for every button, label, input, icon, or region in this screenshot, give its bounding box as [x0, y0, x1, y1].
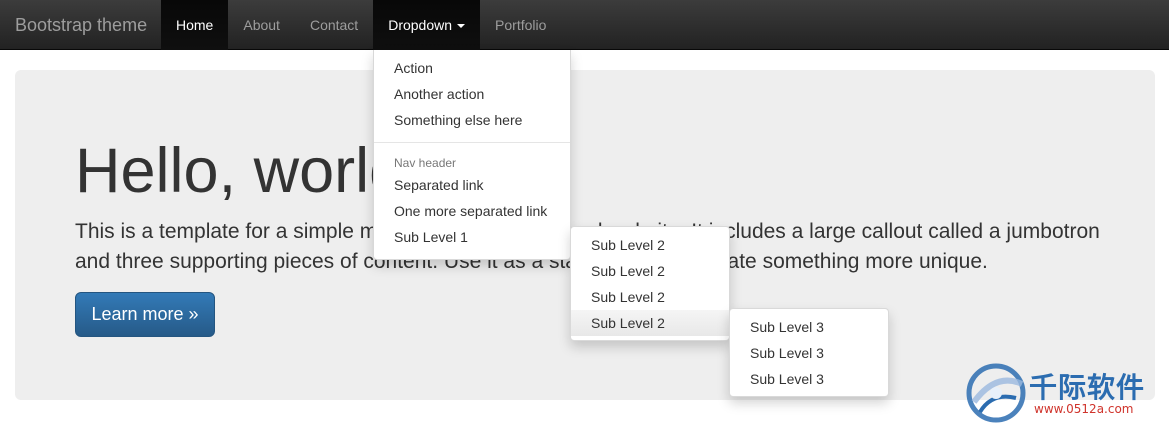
nav-item-portfolio[interactable]: Portfolio — [480, 0, 561, 50]
dropdown-divider — [374, 142, 570, 143]
submenu-item-level-2[interactable]: Sub Level 2 — [571, 284, 729, 310]
submenu-item-level-2-active[interactable]: Sub Level 2 — [571, 310, 729, 336]
submenu-item-level-3[interactable]: Sub Level 3 — [730, 340, 888, 366]
dropdown-item-action[interactable]: Action — [374, 55, 570, 81]
nav-item-dropdown-label: Dropdown — [388, 17, 453, 33]
caret-down-icon — [457, 24, 466, 29]
submenu-item-level-3[interactable]: Sub Level 3 — [730, 366, 888, 392]
nav-item-home[interactable]: Home — [161, 0, 229, 50]
jumbotron-title: Hello, world! — [75, 136, 422, 206]
submenu-item-level-3[interactable]: Sub Level 3 — [730, 314, 888, 340]
dropdown-item-another-action[interactable]: Another action — [374, 81, 570, 107]
submenu-level-3: Sub Level 3 Sub Level 3 Sub Level 3 — [729, 308, 889, 397]
navbar-nav: Home About Contact Dropdown Portfolio — [161, 0, 561, 50]
nav-item-contact[interactable]: Contact — [295, 0, 373, 50]
dropdown-item-something-else[interactable]: Something else here — [374, 107, 570, 133]
dropdown-item-sub-level-1[interactable]: Sub Level 1 — [374, 224, 570, 250]
watermark-logo-icon — [966, 363, 1026, 423]
dropdown-header: Nav header — [394, 156, 457, 170]
watermark-url: www.0512a.com — [1034, 402, 1134, 416]
nav-item-dropdown[interactable]: Dropdown — [373, 0, 481, 50]
watermark: 千际软件 www.0512a.com — [966, 362, 1166, 428]
navbar: Bootstrap theme Home About Contact Dropd… — [0, 0, 1169, 50]
submenu-item-level-2[interactable]: Sub Level 2 — [571, 258, 729, 284]
submenu-level-2: Sub Level 2 Sub Level 2 Sub Level 2 Sub … — [570, 226, 730, 341]
dropdown-item-separated-link[interactable]: Separated link — [374, 172, 570, 198]
nav-item-about[interactable]: About — [228, 0, 295, 50]
dropdown-menu: Action Another action Something else her… — [373, 50, 571, 260]
watermark-brand: 千际软件 — [1029, 371, 1146, 404]
learn-more-button[interactable]: Learn more » — [75, 292, 215, 337]
navbar-brand[interactable]: Bootstrap theme — [15, 0, 147, 50]
dropdown-item-one-more-separated-link[interactable]: One more separated link — [374, 198, 570, 224]
submenu-item-level-2[interactable]: Sub Level 2 — [571, 232, 729, 258]
